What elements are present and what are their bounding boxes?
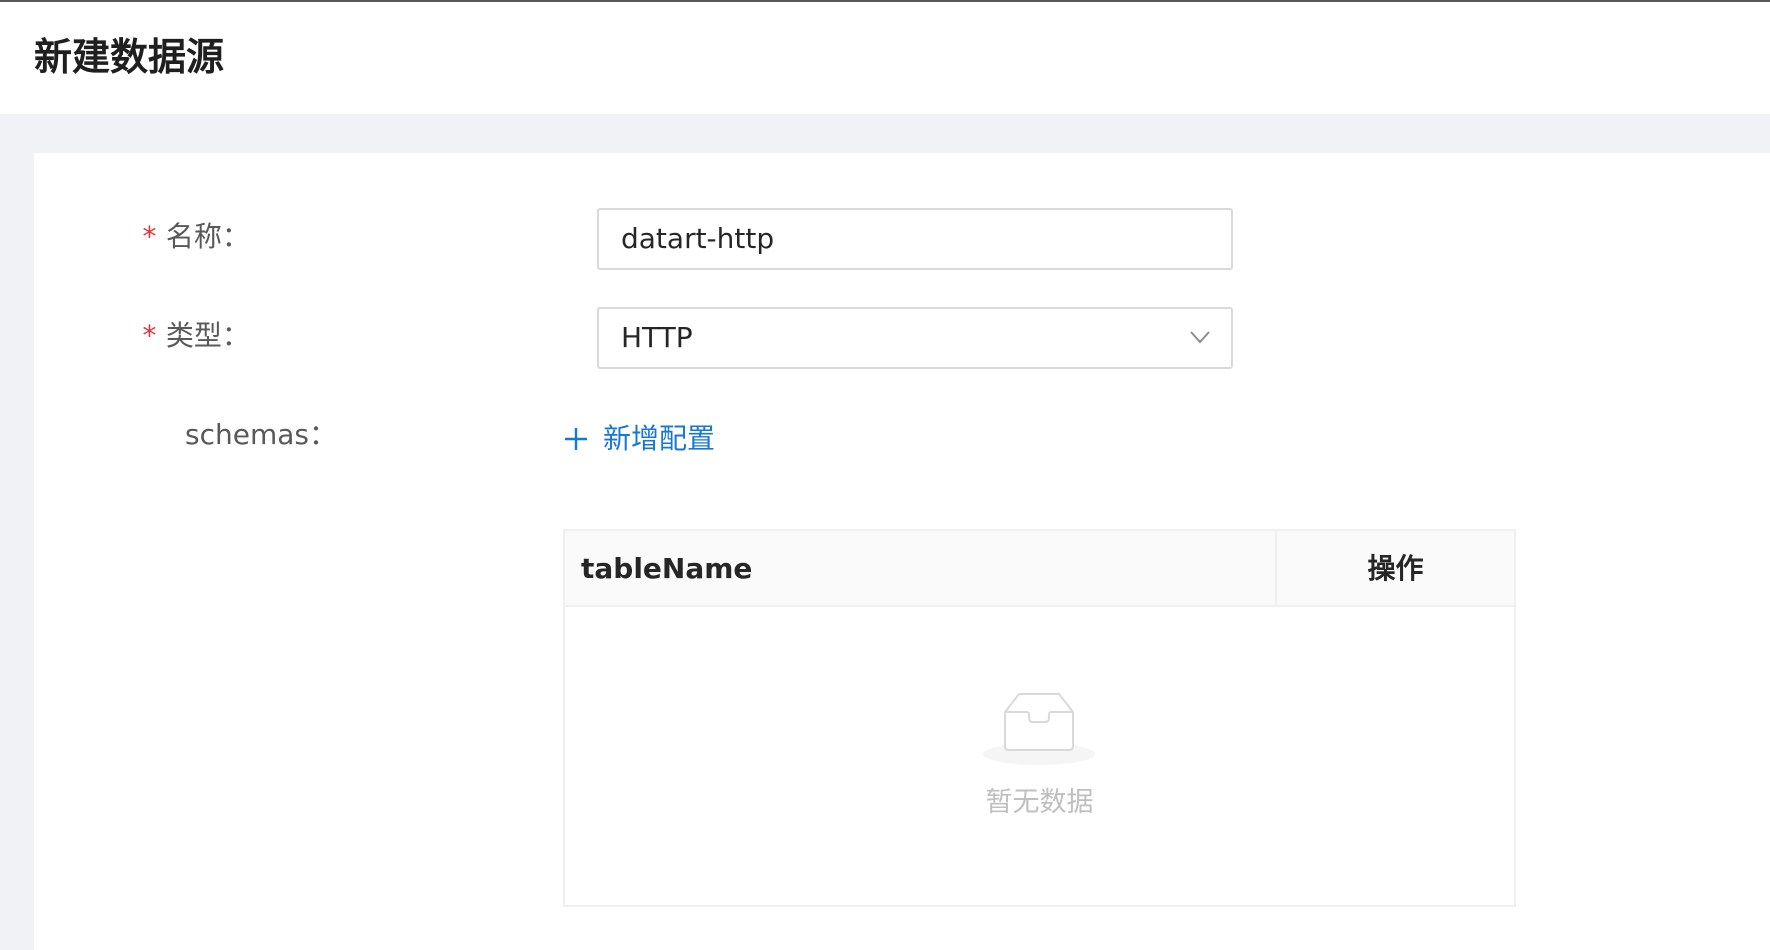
form-card: * 名称： datart-http * 类型： HTTP schemas： 新增配置… bbox=[34, 153, 1770, 950]
type-select[interactable]: HTTP bbox=[597, 307, 1233, 369]
name-label-row: * 名称： bbox=[141, 217, 250, 257]
empty-text: 暂无数据 bbox=[985, 787, 1094, 818]
page-title: 新建数据源 bbox=[34, 35, 225, 79]
name-label: 名称： bbox=[165, 220, 250, 253]
table-header: tableName 操作 bbox=[565, 531, 1514, 607]
chevron-down-icon bbox=[1190, 331, 1210, 344]
required-mark: * bbox=[141, 319, 158, 352]
name-input[interactable]: datart-http bbox=[597, 208, 1233, 270]
column-header-tablename: tableName bbox=[581, 552, 753, 585]
empty-inbox-icon bbox=[983, 693, 1095, 765]
add-config-label: 新增配置 bbox=[603, 422, 716, 455]
type-select-value: HTTP bbox=[621, 321, 693, 354]
type-label: 类型： bbox=[165, 319, 250, 352]
schemas-label: schemas： bbox=[185, 418, 337, 451]
type-label-row: * 类型： bbox=[141, 316, 250, 356]
page-header: 新建数据源 bbox=[0, 2, 1770, 114]
required-mark: * bbox=[141, 220, 158, 253]
plus-icon bbox=[565, 428, 587, 450]
column-header-actions: 操作 bbox=[1367, 552, 1424, 585]
add-config-button[interactable]: 新增配置 bbox=[563, 419, 715, 459]
schemas-table: tableName 操作 暂无数据 bbox=[563, 529, 1516, 907]
